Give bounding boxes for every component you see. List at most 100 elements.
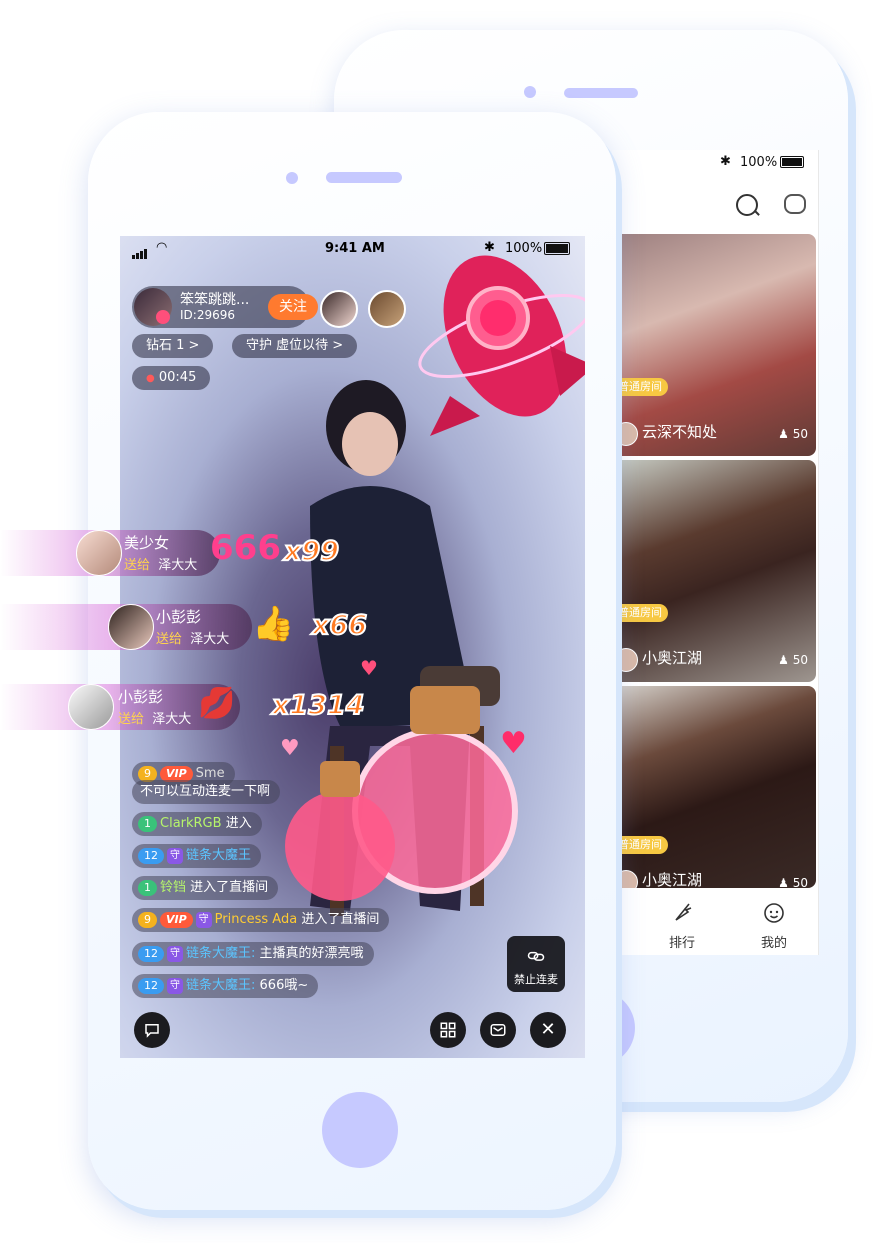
gift-sender-avatar bbox=[68, 684, 114, 730]
tab-mine[interactable]: 我的 bbox=[744, 900, 804, 951]
avatar bbox=[614, 422, 638, 446]
chat-message: 12 守链条大魔王 bbox=[132, 844, 262, 868]
level-badge: 1 bbox=[138, 815, 157, 832]
carrot-icon bbox=[675, 903, 692, 921]
back-screen: ✱ 100% 普通房间 云深不知处 ♟ 50 普通房间 小奥江湖 ♟ 50 普通… bbox=[612, 150, 819, 955]
chat-bubble-icon[interactable] bbox=[134, 1012, 170, 1048]
avatar bbox=[614, 648, 638, 672]
battery-percent: 100% bbox=[740, 155, 778, 170]
camera-dot bbox=[286, 172, 298, 184]
chat-text: 进入了直播间 bbox=[301, 912, 380, 927]
thumbs-up-icon: 👍 bbox=[252, 604, 295, 644]
clock: 9:41 AM bbox=[325, 241, 385, 256]
room-name: 云深不知处 bbox=[642, 423, 718, 441]
room-type-tag: 普通房间 bbox=[612, 836, 668, 854]
mic-badge-icon bbox=[156, 310, 170, 324]
lips-icon: 💋 bbox=[198, 686, 236, 721]
gift-info: 送给 泽大大 bbox=[156, 632, 230, 647]
chat-username: Princess Ada bbox=[214, 912, 298, 927]
level-badge: 1 bbox=[138, 879, 157, 896]
message-icon[interactable] bbox=[784, 194, 806, 214]
gift-sender-name: 小彭彭 bbox=[118, 688, 164, 706]
close-icon[interactable]: ✕ bbox=[530, 1012, 566, 1048]
gift-banner: 美少女 送给 泽大大 666 x99 bbox=[0, 528, 340, 576]
link-icon bbox=[527, 951, 545, 961]
guard-badge: 守 bbox=[167, 847, 183, 864]
viewer-count: ♟ 50 bbox=[778, 427, 808, 441]
chat-username: 链条大魔王: bbox=[186, 946, 256, 961]
chat-message: 1 铃铛 进入了直播间 bbox=[132, 876, 279, 900]
level-badge: 12 bbox=[138, 977, 164, 994]
guard-badge: 守 bbox=[195, 911, 212, 928]
chat-message: 9 VIP 守 Princess Ada 进入了直播间 bbox=[132, 908, 390, 932]
person-icon: ♟ bbox=[778, 876, 789, 888]
rocket-gift-icon bbox=[418, 255, 585, 436]
disable-co-host-button[interactable]: 禁止连麦 bbox=[507, 936, 565, 992]
tab-rank[interactable]: 排行 bbox=[652, 900, 712, 951]
guard-pill[interactable]: 守护 虚位以待 > bbox=[232, 334, 358, 358]
battery-icon bbox=[780, 156, 804, 168]
mail-icon[interactable] bbox=[480, 1012, 516, 1048]
gift-banner: 小彭彭 送给 泽大大 👍 x66 bbox=[0, 604, 380, 650]
grid-icon[interactable] bbox=[430, 1012, 466, 1048]
live-timer: ● 00:45 bbox=[132, 366, 211, 390]
tab-label: 排行 bbox=[668, 936, 695, 951]
chat-message: 12 守链条大魔王: 666哦~ bbox=[132, 974, 319, 998]
avatar bbox=[614, 870, 638, 888]
room-card[interactable]: 普通房间 小奥江湖 ♟ 50 bbox=[612, 460, 816, 682]
wifi-icon: ◠ bbox=[156, 240, 168, 255]
room-name: 小奥江湖 bbox=[642, 871, 703, 888]
room-name: 小奥江湖 bbox=[642, 649, 703, 667]
gift-sender-avatar bbox=[76, 530, 122, 576]
live-dot-icon: ● bbox=[146, 373, 155, 384]
chat-username: 链条大魔王 bbox=[186, 848, 252, 863]
chat-message: 不可以互动连麦一下啊 bbox=[132, 780, 281, 804]
guard-badge: 守 bbox=[167, 977, 183, 994]
host-info[interactable]: 笨笨跳跳... ID:29696 关注 bbox=[132, 286, 318, 328]
person-icon: ♟ bbox=[778, 427, 789, 441]
search-icon[interactable] bbox=[736, 194, 758, 216]
tab-bar: 排行 我的 bbox=[612, 892, 818, 954]
room-type-tag: 普通房间 bbox=[612, 604, 668, 622]
vip-badge: VIP bbox=[160, 911, 193, 928]
home-button[interactable] bbox=[322, 1092, 398, 1168]
room-card[interactable]: 普通房间 云深不知处 ♟ 50 bbox=[612, 234, 816, 456]
gift-info: 送给 泽大大 bbox=[118, 712, 192, 727]
follow-button[interactable]: 关注 bbox=[268, 294, 318, 320]
bluetooth-icon: ✱ bbox=[720, 154, 731, 169]
level-badge: 12 bbox=[138, 847, 164, 864]
gift-sender-avatar bbox=[108, 604, 154, 650]
heart-icon: ♥ bbox=[280, 736, 300, 761]
666-gift-icon: 666 bbox=[210, 528, 281, 568]
host-name: 笨笨跳跳... bbox=[180, 292, 250, 308]
ban-label: 禁止连麦 bbox=[514, 973, 558, 986]
gift-sender-name: 美少女 bbox=[124, 534, 170, 552]
chat-text: 不可以互动连麦一下啊 bbox=[140, 784, 271, 799]
speaker-grill bbox=[564, 88, 638, 98]
chat-text: 主播真的好漂亮哦 bbox=[259, 946, 364, 961]
person-icon: ♟ bbox=[778, 653, 789, 667]
room-card[interactable]: 普通房间 小奥江湖 ♟ 50 bbox=[612, 686, 816, 888]
smiley-icon bbox=[764, 903, 784, 923]
gift-combo: x66 bbox=[311, 609, 368, 642]
tab-label: 我的 bbox=[760, 936, 787, 951]
chat-message: 1 ClarkRGB 进入 bbox=[132, 812, 262, 836]
chat-username: Sme bbox=[195, 766, 225, 781]
speaker-grill bbox=[326, 172, 402, 183]
chat-text: 666哦~ bbox=[259, 978, 309, 993]
camera-dot bbox=[524, 86, 536, 98]
level-badge: 12 bbox=[138, 945, 164, 962]
gift-sender-name: 小彭彭 bbox=[156, 608, 202, 626]
level-badge: 9 bbox=[138, 911, 157, 928]
viewer-avatar[interactable] bbox=[368, 290, 406, 328]
host-avatar[interactable] bbox=[134, 288, 172, 326]
viewer-count: ♟ 50 bbox=[778, 876, 808, 888]
chat-username: 铃铛 bbox=[160, 880, 187, 895]
viewer-avatar[interactable] bbox=[320, 290, 358, 328]
gift-info: 送给 泽大大 bbox=[124, 558, 198, 573]
chat-message: 12 守链条大魔王: 主播真的好漂亮哦 bbox=[132, 942, 374, 966]
chat-username: ClarkRGB bbox=[160, 816, 222, 831]
gift-banner: 小彭彭 送给 泽大大 💋 x1314 bbox=[0, 684, 380, 730]
diamond-pill[interactable]: 钻石 1 > bbox=[132, 334, 214, 358]
heart-icon: ♥ bbox=[360, 656, 378, 680]
